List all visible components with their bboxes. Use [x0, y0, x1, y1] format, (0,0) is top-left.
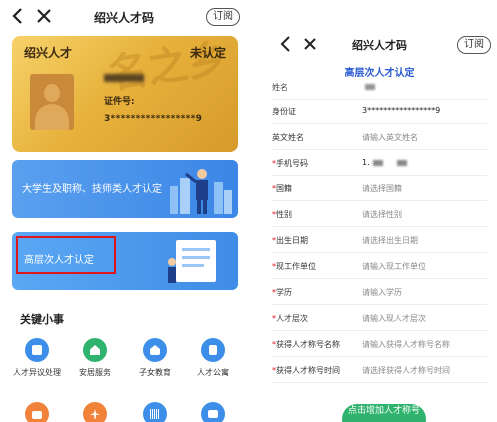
service-row2-3[interactable]	[130, 402, 180, 422]
banner-college-talent[interactable]: 大学生及职称、技师类人才认定	[12, 160, 238, 218]
field-label-text: 现工作单位	[276, 262, 316, 271]
home-icon	[83, 338, 107, 362]
form-row[interactable]: *性别 请选择性别	[272, 201, 487, 227]
form-row[interactable]: *手机号码 1.	[272, 150, 487, 176]
service-row2-1[interactable]	[12, 402, 62, 422]
form-row[interactable]: *学历 请输入学历	[272, 279, 487, 305]
field-label-text: 姓名	[272, 83, 288, 92]
field-label: *获得人才称号名称	[272, 339, 340, 350]
service-dispute[interactable]: 人才异议处理	[12, 338, 62, 378]
form-row[interactable]: *获得人才称号时间 请选择获得人才称号时间	[272, 357, 487, 383]
add-talent-title-button[interactable]: 点击增加人才称号	[342, 404, 426, 422]
redacted-value	[365, 83, 375, 90]
subscribe-button[interactable]: 订阅	[206, 8, 240, 26]
field-value	[362, 82, 375, 91]
id-label: 证件号:	[104, 97, 135, 107]
field-input[interactable]: 请输入获得人才称号名称	[362, 339, 450, 350]
field-label: 姓名	[272, 82, 288, 93]
redacted-value	[396, 159, 407, 166]
form-row[interactable]: *人才层次 请输入现人才层次	[272, 305, 487, 331]
form-row[interactable]: 身份证 3*****************9	[272, 98, 487, 124]
professional-illustration	[170, 169, 232, 214]
subscribe-button[interactable]: 订阅	[457, 36, 491, 54]
form-row[interactable]: 英文姓名 请输入英文姓名	[272, 124, 487, 150]
field-label-text: 国籍	[276, 184, 292, 193]
field-input[interactable]: 请选择性别	[362, 209, 402, 220]
form-row[interactable]: *现工作单位 请输入现工作单位	[272, 253, 487, 279]
field-value-text: 3*****************9	[362, 106, 441, 115]
field-value: 1.	[362, 158, 407, 167]
building-icon	[201, 338, 225, 362]
field-label-text: 获得人才称号名称	[276, 340, 340, 349]
talent-card[interactable]: 名之乡 绍兴人才 未认定 证件号: 3*****************9	[12, 36, 238, 152]
service-apartment[interactable]: 人才公寓	[188, 338, 238, 378]
field-label-text: 人才层次	[276, 314, 308, 323]
field-label: *学历	[272, 287, 292, 298]
field-input[interactable]: 请选择出生日期	[362, 235, 418, 246]
field-input[interactable]: 请选择国籍	[362, 183, 402, 194]
right-screen: 绍兴人才码 订阅 高层次人才认定 姓名 身份证 3*****************…	[262, 0, 497, 422]
field-label-text: 获得人才称号时间	[276, 366, 340, 375]
field-label-text: 出生日期	[276, 236, 308, 245]
field-label: *获得人才称号时间	[272, 365, 340, 376]
form-row[interactable]: *国籍 请选择国籍	[272, 175, 487, 201]
field-label: 身份证	[272, 106, 296, 117]
field-label: *性别	[272, 209, 292, 220]
barcode-icon	[143, 402, 167, 422]
field-label-text: 性别	[276, 210, 292, 219]
field-input[interactable]: 请输入英文姓名	[362, 132, 418, 143]
highlight-box	[16, 236, 116, 274]
field-label: *人才层次	[272, 313, 308, 324]
field-input[interactable]: 请输入现人才层次	[362, 313, 426, 324]
airplane-icon	[83, 402, 107, 422]
left-screen: 绍兴人才码 订阅 名之乡 绍兴人才 未认定 证件号: 3************…	[0, 0, 248, 422]
field-label: *出生日期	[272, 235, 308, 246]
header: 绍兴人才码 订阅	[262, 28, 497, 62]
section-title: 关键小事	[20, 313, 64, 326]
field-value-text: 1.	[362, 158, 370, 167]
service-row2-2[interactable]	[70, 402, 120, 422]
field-input[interactable]: 请输入现工作单位	[362, 261, 426, 272]
card-status: 未认定	[189, 46, 226, 60]
document-illustration	[168, 240, 216, 283]
field-label-text: 学历	[276, 288, 292, 297]
field-label: *现工作单位	[272, 261, 316, 272]
redacted-value	[372, 159, 383, 166]
form-row[interactable]: 姓名	[272, 74, 487, 100]
field-input[interactable]: 请输入学历	[362, 287, 402, 298]
card-title: 绍兴人才	[24, 46, 73, 60]
field-label-text: 身份证	[272, 107, 296, 116]
book-icon	[201, 402, 225, 422]
banner-label: 大学生及职称、技师类人才认定	[22, 184, 162, 195]
briefcase-icon	[25, 402, 49, 422]
field-label: *手机号码	[272, 158, 308, 169]
field-label: 英文姓名	[272, 132, 304, 143]
avatar	[30, 74, 74, 130]
service-education[interactable]: 子女教育	[130, 338, 180, 378]
field-label-text: 手机号码	[276, 159, 308, 168]
service-row2-4[interactable]	[188, 402, 238, 422]
school-icon	[143, 338, 167, 362]
field-input[interactable]: 请选择获得人才称号时间	[362, 365, 450, 376]
field-value: 3*****************9	[362, 106, 440, 115]
field-label: *国籍	[272, 183, 292, 194]
form-row[interactable]: *出生日期 请选择出生日期	[272, 227, 487, 253]
service-housing[interactable]: 安居服务	[70, 338, 120, 378]
id-value: 3*****************9	[104, 114, 203, 124]
document-icon	[25, 338, 49, 362]
field-label-text: 英文姓名	[272, 133, 304, 142]
header: 绍兴人才码 订阅	[0, 0, 248, 34]
form-row[interactable]: *获得人才称号名称 请输入获得人才称号名称	[272, 331, 487, 357]
name-redacted	[104, 74, 144, 82]
